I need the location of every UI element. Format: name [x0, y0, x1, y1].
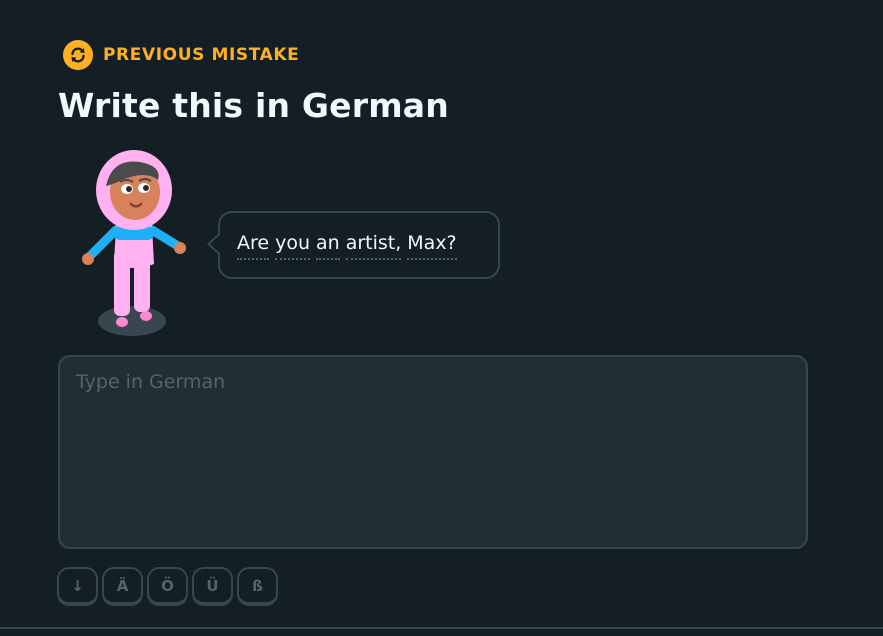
prompt-speech-bubble: Are you an artist, Max? [207, 211, 500, 279]
footer-divider [0, 627, 883, 629]
char-button-a-umlaut[interactable]: Ä [102, 567, 143, 606]
exercise-page: PREVIOUS MISTAKE Write this in German Ar… [0, 0, 883, 636]
prompt-word[interactable]: you [275, 232, 311, 260]
prompt-word[interactable]: Are [237, 232, 270, 260]
char-button-u-umlaut[interactable]: Ü [192, 567, 233, 606]
previous-mistake-badge: PREVIOUS MISTAKE [63, 40, 299, 70]
char-button-eszett[interactable]: ß [237, 567, 278, 606]
special-character-bar: ↓ Ä Ö Ü ß [57, 567, 278, 606]
prompt-word[interactable]: an [316, 232, 340, 260]
answer-input[interactable] [58, 355, 808, 549]
page-title: Write this in German [58, 86, 449, 125]
character-illustration [76, 146, 192, 342]
badge-label: PREVIOUS MISTAKE [103, 45, 300, 65]
char-button-o-umlaut[interactable]: Ö [147, 567, 188, 606]
arrow-down-icon[interactable]: ↓ [57, 567, 98, 606]
prompt-word[interactable]: Max? [407, 232, 457, 260]
prompt-sentence: Are you an artist, Max? [237, 232, 457, 260]
prompt-word[interactable]: artist, [345, 232, 402, 260]
refresh-icon [63, 40, 93, 70]
